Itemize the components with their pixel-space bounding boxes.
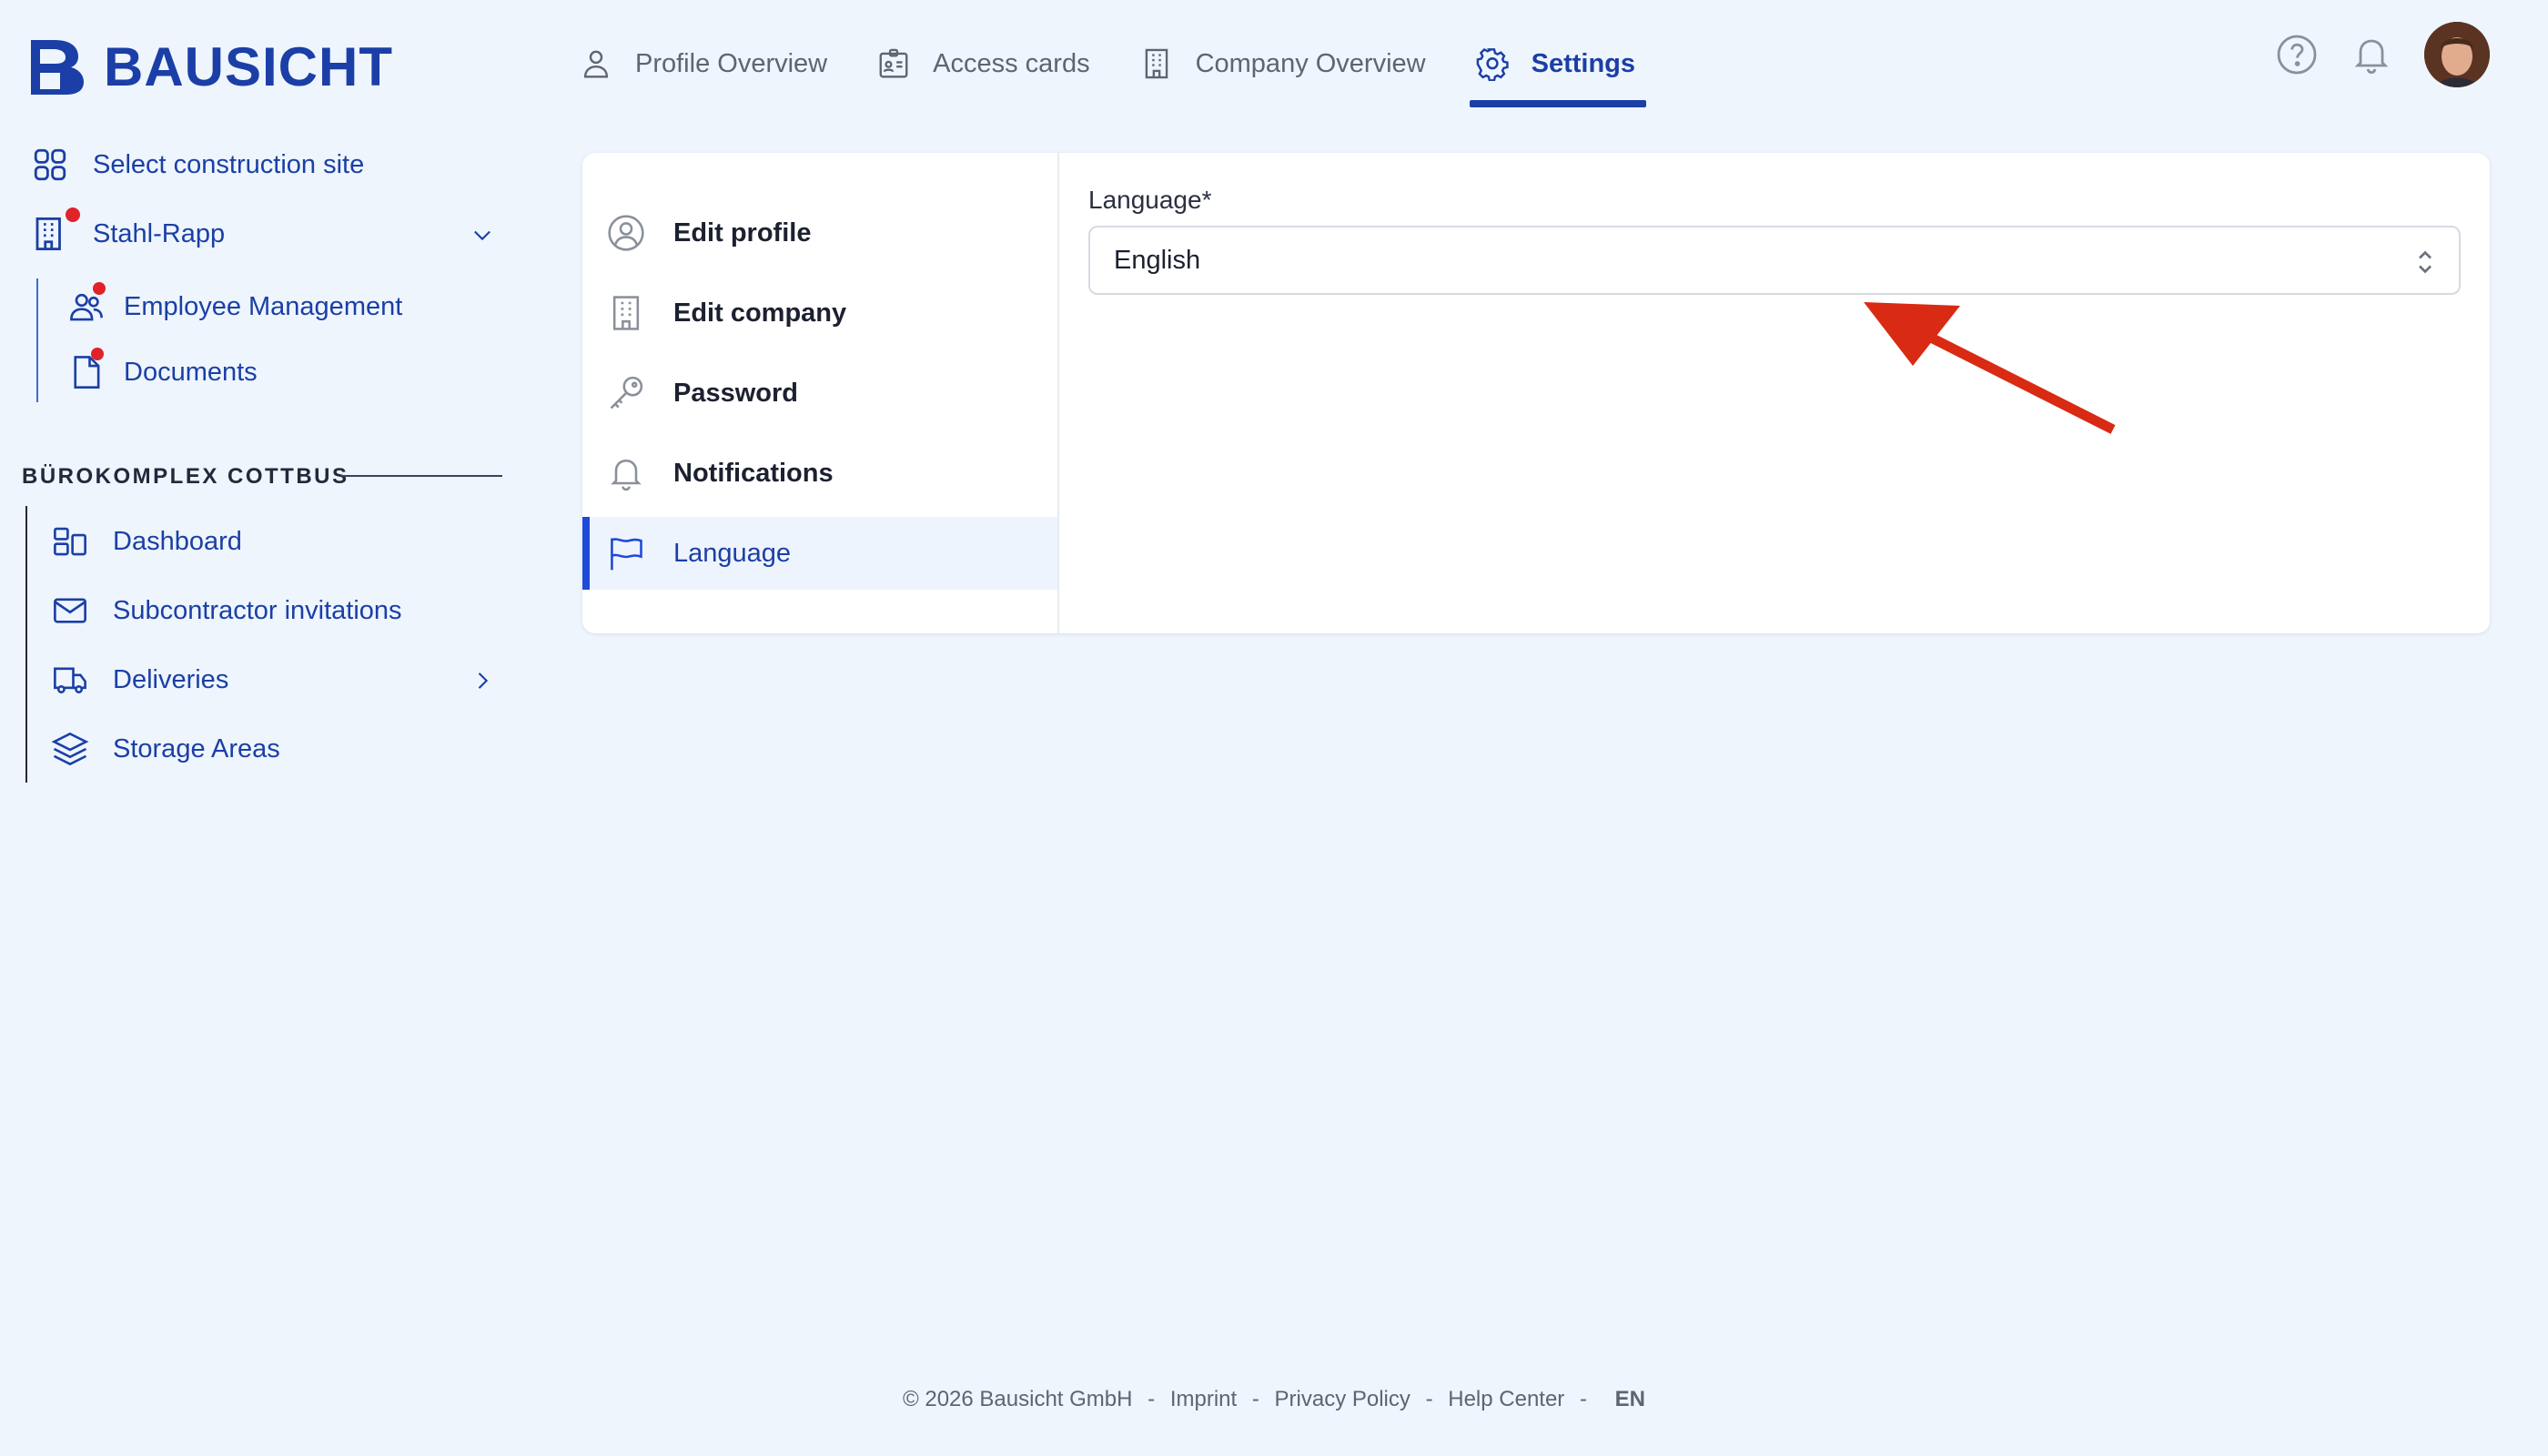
sidebar-item-label: Documents [124, 357, 258, 387]
notification-dot [93, 282, 106, 295]
sidebar-item-dashboard[interactable]: Dashboard [51, 522, 242, 561]
footer-language-switch[interactable]: EN [1615, 1387, 1645, 1411]
tab-profile-overview[interactable]: Profile Overview [579, 27, 827, 100]
sidebar-item-employee-management[interactable]: Employee Management [67, 282, 403, 326]
help-icon[interactable] [2275, 33, 2319, 76]
notification-dot [66, 207, 80, 222]
building-icon [1145, 48, 1168, 79]
section-title: BÜROKOMPLEX COTTBUS [22, 464, 349, 489]
footer-separator: - [1425, 1387, 1433, 1411]
sidebar-item-label: Employee Management [124, 291, 403, 321]
footer: © 2026 Bausicht GmbH - Imprint - Privacy… [0, 1387, 2548, 1412]
menu-item-label: Language [673, 538, 792, 568]
building-icon [35, 217, 61, 251]
settings-menu-password[interactable]: Password [582, 357, 1057, 430]
annotation-arrow-icon [1864, 302, 2116, 434]
tab-label: Settings [1531, 48, 1636, 78]
sidebar-item-label: Deliveries [113, 664, 229, 694]
card-divider [1057, 153, 1059, 633]
header-actions [2275, 22, 2490, 87]
avatar[interactable] [2424, 22, 2490, 87]
user-icon [583, 50, 609, 78]
bausicht-logo-icon [31, 40, 84, 95]
key-icon [610, 376, 643, 410]
truck-icon [54, 667, 86, 693]
sidebar-item-label: Select construction site [93, 149, 365, 179]
settings-menu-language[interactable]: Language [582, 517, 1057, 590]
sidebar-item-label: Subcontractor invitations [113, 595, 402, 625]
settings-menu-edit-company[interactable]: Edit company [582, 277, 1057, 349]
settings-card: Edit profile Edit company Password Notif… [582, 153, 2490, 633]
grid-icon [34, 148, 66, 181]
top-navigation: Profile Overview Access cards Company Ov… [579, 27, 1684, 107]
footer-link-imprint[interactable]: Imprint [1170, 1387, 1237, 1411]
id-card-icon [879, 48, 908, 78]
language-select-value: English [1114, 245, 1201, 275]
flag-icon [611, 538, 642, 571]
select-construction-site-link[interactable]: Select construction site [31, 146, 364, 184]
menu-item-label: Password [673, 378, 798, 408]
tree-line [25, 506, 27, 783]
chevron-down-icon [474, 230, 490, 241]
tab-label: Company Overview [1195, 48, 1426, 78]
chevron-right-icon [478, 672, 489, 689]
menu-item-label: Edit profile [673, 217, 812, 248]
brand-logo[interactable]: BAUSICHT [27, 35, 393, 98]
tab-settings[interactable]: Settings [1469, 27, 1647, 107]
tab-access-cards[interactable]: Access cards [876, 27, 1090, 100]
sidebar-item-label: Dashboard [113, 526, 242, 556]
company-selector[interactable]: Stahl-Rapp [31, 207, 495, 253]
menu-item-label: Notifications [673, 458, 834, 488]
layers-icon [51, 732, 89, 766]
settings-menu-edit-profile[interactable]: Edit profile [582, 197, 1057, 269]
company-name: Stahl-Rapp [93, 218, 226, 248]
footer-link-privacy[interactable]: Privacy Policy [1275, 1387, 1410, 1411]
menu-item-label: Edit company [673, 298, 847, 328]
footer-separator: - [1148, 1387, 1156, 1411]
user-circle-icon [608, 215, 644, 251]
envelope-icon [54, 598, 86, 623]
dashboard-icon [54, 527, 86, 556]
brand-name: BAUSICHT [104, 35, 393, 97]
settings-menu-notifications[interactable]: Notifications [582, 437, 1057, 510]
tab-label: Profile Overview [635, 48, 828, 78]
language-field-label: Language* [1088, 186, 1212, 214]
tab-label: Access cards [933, 48, 1090, 78]
notification-dot [91, 348, 104, 360]
user-photo-icon [2424, 22, 2490, 87]
footer-copyright: © 2026 Bausicht GmbH [903, 1387, 1133, 1411]
bell-icon[interactable] [2350, 33, 2393, 76]
gear-icon [1476, 47, 1509, 81]
sidebar-item-subcontractor-invitations[interactable]: Subcontractor invitations [51, 592, 402, 630]
language-select[interactable]: English [1088, 226, 2461, 295]
chevron-up-down-icon [2419, 250, 2432, 274]
sidebar-item-storage-areas[interactable]: Storage Areas [51, 730, 280, 768]
footer-separator: - [1579, 1387, 1587, 1411]
sidebar-item-documents[interactable]: Documents [67, 348, 258, 391]
tab-company-overview[interactable]: Company Overview [1139, 27, 1426, 100]
sidebar-item-label: Storage Areas [113, 733, 280, 763]
building-icon [612, 296, 640, 330]
sidebar-item-deliveries[interactable]: Deliveries [51, 661, 495, 699]
footer-separator: - [1251, 1387, 1259, 1411]
footer-link-help-center[interactable]: Help Center [1448, 1387, 1564, 1411]
section-divider [340, 475, 502, 477]
bell-icon [611, 459, 642, 491]
tree-line [36, 278, 38, 402]
